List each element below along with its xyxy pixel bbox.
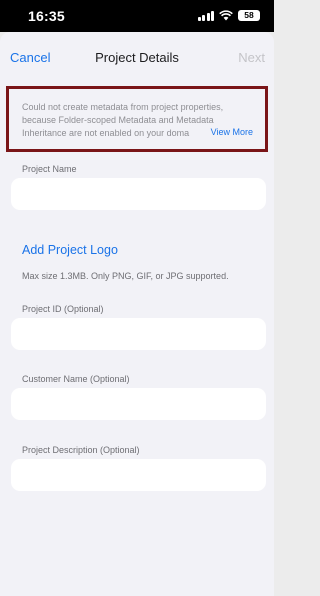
customer-name-field[interactable] — [11, 388, 266, 420]
project-name-field[interactable] — [11, 178, 266, 210]
cancel-button[interactable]: Cancel — [10, 50, 50, 65]
project-id-label: Project ID (Optional) — [22, 304, 104, 314]
status-icons: 58 — [197, 10, 260, 21]
project-details-sheet: Project Details Cancel Next Could not cr… — [0, 32, 274, 596]
project-name-label: Project Name — [22, 164, 77, 174]
status-time: 16:35 — [28, 8, 65, 24]
project-id-field[interactable] — [11, 318, 266, 350]
next-button[interactable]: Next — [238, 50, 265, 65]
view-more-link[interactable]: View More — [204, 127, 253, 137]
error-banner: Could not create metadata from project p… — [6, 86, 268, 152]
error-line-1: Could not create metadata from project p… — [22, 102, 224, 112]
project-description-field[interactable] — [11, 459, 266, 491]
nav-bar: Project Details Cancel Next — [0, 32, 274, 82]
logo-size-hint: Max size 1.3MB. Only PNG, GIF, or JPG su… — [22, 271, 229, 281]
project-description-label: Project Description (Optional) — [22, 445, 140, 455]
status-bar: 16:35 58 — [0, 0, 274, 32]
customer-name-label: Customer Name (Optional) — [22, 374, 130, 384]
error-line-2: because Folder-scoped Metadata and Metad… — [22, 115, 214, 125]
battery-icon: 58 — [238, 10, 260, 21]
add-project-logo-button[interactable]: Add Project Logo — [22, 243, 118, 257]
cellular-signal-icon — [197, 10, 214, 21]
wifi-icon — [219, 10, 233, 21]
